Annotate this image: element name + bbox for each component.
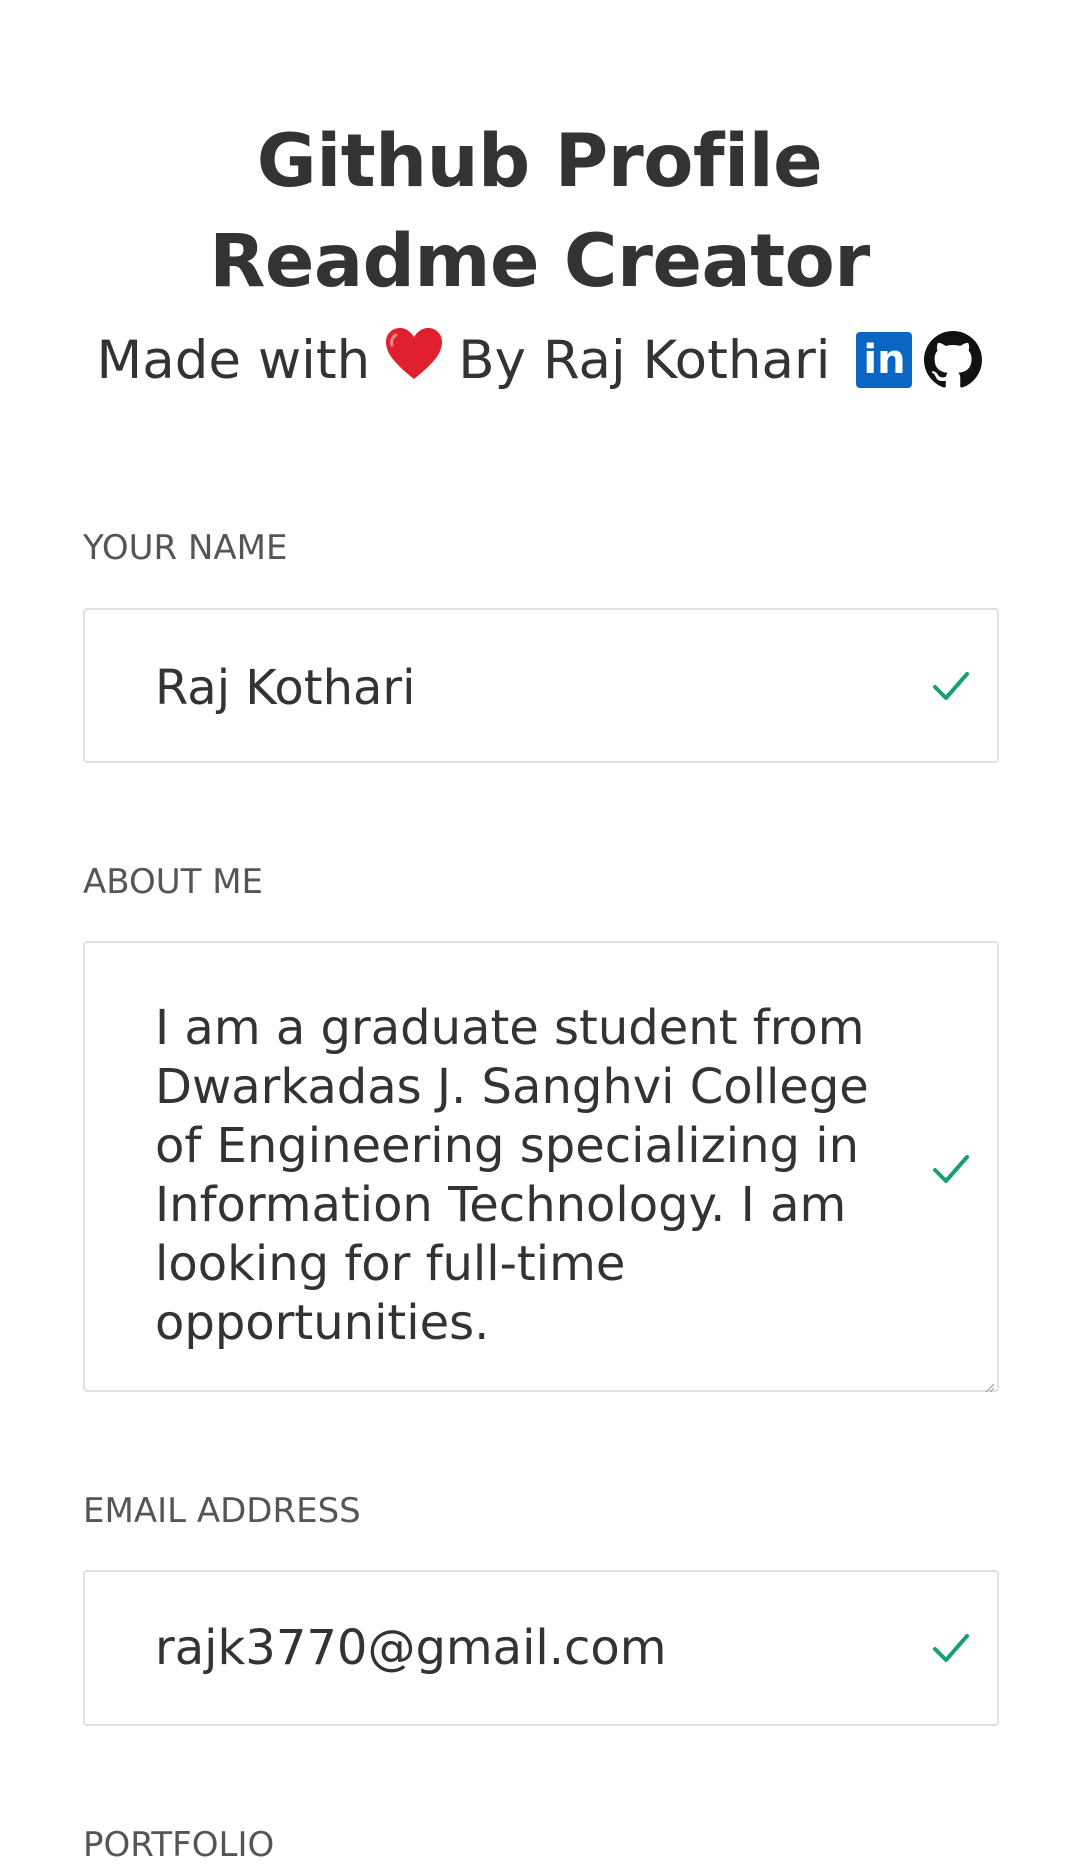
email-value[interactable]: rajk3770@gmail.com	[155, 1620, 667, 1676]
page-title-line-2: Readme Creator	[209, 219, 870, 304]
page-header: Github Profile Readme Creator	[0, 112, 1079, 312]
page-title-line-1: Github Profile	[256, 119, 823, 204]
about-label: ABOUT ME	[83, 862, 264, 902]
github-icon[interactable]	[924, 331, 983, 389]
portfolio-label: PORTFOLIO	[83, 1825, 275, 1865]
check-icon	[931, 1628, 971, 1668]
about-value[interactable]: I am a graduate student from Dwarkadas J…	[155, 999, 915, 1353]
check-icon	[931, 1149, 971, 1189]
check-icon	[931, 666, 971, 706]
linkedin-icon[interactable]: in	[856, 332, 913, 388]
name-label: YOUR NAME	[83, 528, 288, 568]
about-textarea[interactable]: I am a graduate student from Dwarkadas J…	[83, 941, 999, 1393]
byline-prefix: Made with	[96, 329, 371, 391]
email-label: EMAIL ADDRESS	[83, 1491, 361, 1531]
heart-icon	[384, 327, 444, 394]
page-title: Github Profile Readme Creator	[0, 112, 1079, 312]
resize-handle-icon[interactable]	[985, 1378, 995, 1393]
byline-suffix: By Raj Kothari	[458, 329, 831, 391]
social-links: in	[856, 331, 983, 389]
name-field[interactable]: Raj Kothari	[83, 608, 999, 763]
email-field[interactable]: rajk3770@gmail.com	[83, 1570, 999, 1726]
name-value[interactable]: Raj Kothari	[155, 660, 415, 716]
byline: Made with By Raj Kothari in	[0, 320, 1079, 400]
